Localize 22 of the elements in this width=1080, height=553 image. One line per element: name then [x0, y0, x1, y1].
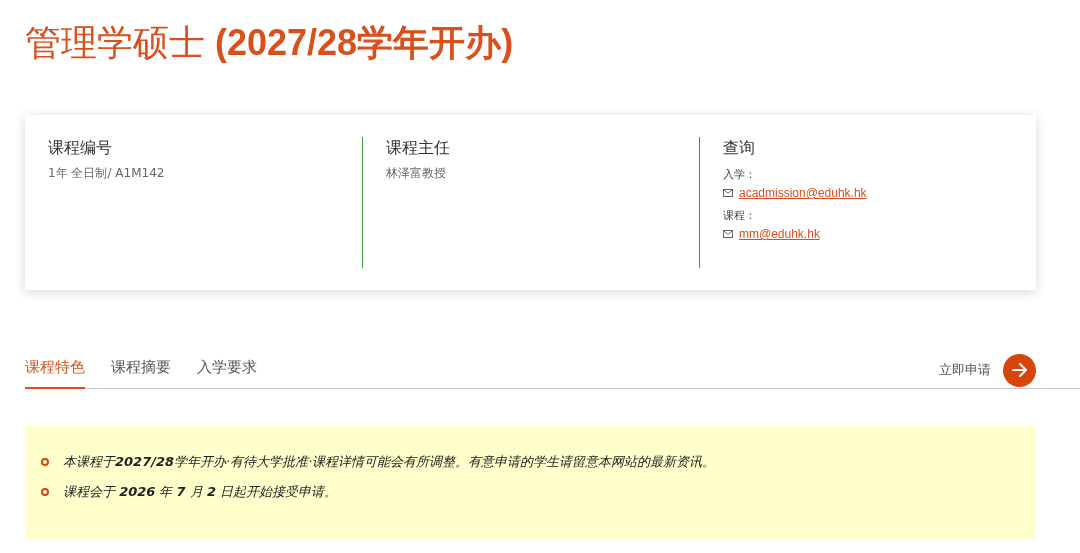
info-text: 1年 全日制/ A1M142 — [48, 165, 166, 182]
bullet-icon — [41, 488, 49, 496]
mail-icon — [723, 230, 733, 238]
tab[interactable]: 课程特色 — [25, 352, 85, 389]
notice-text: 课程会于 2026 年 7 月 2 日起开始接受申请。 — [63, 483, 338, 501]
column-heading: 课程主任 — [386, 137, 451, 159]
info-text: 林泽富教授 — [386, 165, 447, 182]
tab[interactable]: 入学要求 — [197, 352, 257, 389]
contact-label: 入学： — [723, 167, 757, 182]
arrow-icon — [1009, 360, 1030, 380]
bullet-icon — [41, 458, 49, 466]
email-link[interactable]: acadmission@eduhk.hk — [739, 186, 867, 200]
arrow-button[interactable] — [1003, 353, 1036, 387]
contact-label: 课程： — [723, 208, 757, 223]
page-title: 管理学硕士 (2027/28学年开办) — [25, 21, 515, 65]
tab[interactable]: 课程摘要 — [111, 352, 171, 389]
column-heading: 课程编号 — [48, 137, 113, 159]
mail-icon — [723, 189, 733, 197]
email-link[interactable]: mm@eduhk.hk — [739, 227, 820, 241]
column-heading: 查询 — [723, 137, 756, 159]
apply-link[interactable]: 立即申请 — [939, 361, 991, 379]
notice-text: 本课程于2027/28学年开办·有待大学批准·课程详情可能会有所调整。有意申请的学生请留意本网站的最新资讯。 — [63, 453, 716, 471]
